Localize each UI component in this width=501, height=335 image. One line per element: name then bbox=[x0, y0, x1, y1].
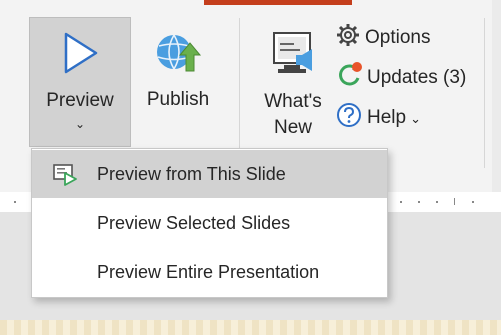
ruler-tick bbox=[436, 201, 438, 203]
options-button[interactable]: Options bbox=[335, 22, 430, 54]
menu-item-preview-from-this-slide[interactable]: Preview from This Slide bbox=[32, 150, 387, 198]
publish-button[interactable]: Publish bbox=[138, 17, 218, 135]
gear-icon bbox=[335, 22, 361, 54]
updates-button[interactable]: Updates (3) bbox=[335, 62, 466, 94]
whats-new-icon bbox=[268, 27, 318, 83]
menu-item-preview-selected-slides[interactable]: Preview Selected Slides bbox=[32, 199, 387, 247]
preview-button[interactable]: Preview ⌄ bbox=[29, 17, 131, 147]
refresh-icon bbox=[335, 61, 363, 95]
help-label: Help bbox=[367, 107, 407, 128]
whats-new-label-line1: What's bbox=[264, 91, 322, 112]
menu-item-label: Preview Selected Slides bbox=[97, 212, 291, 233]
chevron-down-icon[interactable]: ⌄ bbox=[75, 118, 85, 130]
slide-play-icon bbox=[52, 162, 78, 186]
ruler-tick bbox=[14, 201, 16, 203]
menu-item-label: Preview from This Slide bbox=[97, 163, 286, 184]
ruler-tick bbox=[454, 198, 455, 205]
slide-edge bbox=[0, 320, 501, 335]
globe-upload-icon bbox=[152, 27, 204, 79]
updates-label: Updates (3) bbox=[367, 67, 467, 88]
ruler-tick bbox=[472, 201, 474, 203]
chevron-down-icon: ⌄ bbox=[410, 111, 421, 126]
options-label: Options bbox=[365, 27, 431, 48]
publish-button-label: Publish bbox=[146, 89, 210, 110]
menu-item-preview-entire-presentation[interactable]: Preview Entire Presentation bbox=[32, 248, 387, 296]
preview-dropdown-menu: Preview from This Slide Preview Selected… bbox=[31, 148, 388, 298]
group-separator-right bbox=[484, 18, 485, 168]
preview-button-label: Preview bbox=[46, 90, 114, 111]
help-button[interactable]: Help ⌄ bbox=[335, 102, 421, 134]
ruler-tick bbox=[418, 201, 420, 203]
whats-new-label-line2: New bbox=[273, 117, 312, 138]
ribbon-edge bbox=[492, 0, 501, 192]
whats-new-button[interactable]: What's New bbox=[256, 17, 330, 145]
play-triangle-icon bbox=[60, 30, 100, 78]
group-separator bbox=[239, 18, 240, 168]
ruler-tick bbox=[400, 201, 402, 203]
question-circle-icon bbox=[335, 101, 363, 135]
menu-item-label: Preview Entire Presentation bbox=[97, 261, 320, 282]
active-tab-accent bbox=[204, 0, 352, 5]
